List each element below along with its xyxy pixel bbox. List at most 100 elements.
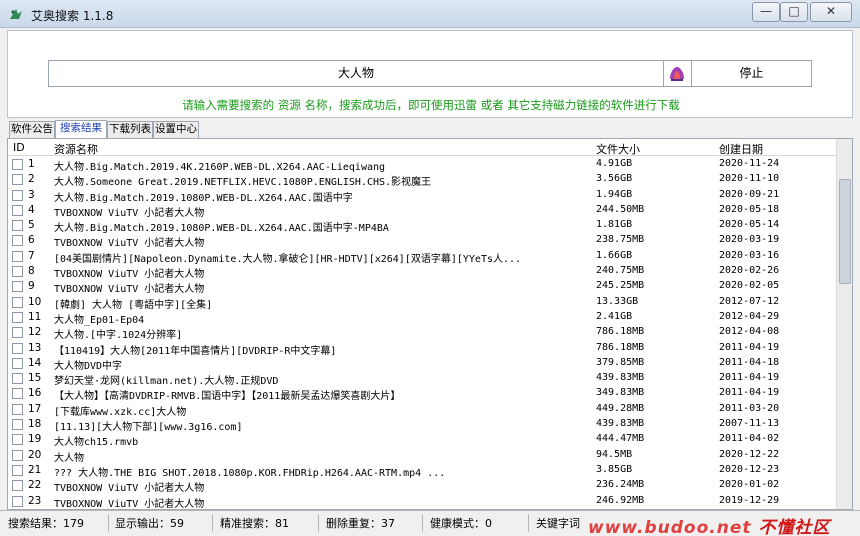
row-size: 786.18MB bbox=[596, 326, 645, 338]
table-row[interactable]: 2 大人物.Someone Great.2019.NETFLIX.HEVC.108… bbox=[8, 172, 836, 188]
status-health: 健康模式：0 bbox=[430, 517, 492, 530]
row-date: 2020-12-23 bbox=[719, 463, 780, 475]
table-row[interactable]: 6 TVBOXNOW ViuTV 小記者大人物 238.75MB 2020-03-19 bbox=[8, 233, 836, 250]
table-row[interactable]: 7 [04美国剧情片][Napoleon.Dynamite.大人物.拿破仑][HR… bbox=[8, 249, 836, 265]
row-size: 439.83MB bbox=[596, 372, 645, 384]
close-icon: ✕ bbox=[825, 4, 837, 18]
tab-search-results[interactable]: 搜索结果 bbox=[55, 120, 107, 138]
table-row[interactable]: 4 TVBOXNOW ViuTV 小記者大人物 244.50MB 2020-05-18 bbox=[8, 203, 836, 219]
row-size: 449.28MB bbox=[596, 402, 645, 414]
row-date: 2011-04-19 bbox=[719, 341, 780, 353]
status-dedup: 删除重复：37 bbox=[326, 517, 395, 530]
row-id: 22 bbox=[28, 479, 42, 492]
table-row[interactable]: 3 大人物.Big.Match.2019.1080P.WEB-DL.X264.AA… bbox=[8, 188, 836, 204]
table-row[interactable]: 13 【110419】大人物[2011年中国喜情片][DVDRIP-R中文字幕] 7… bbox=[8, 341, 836, 357]
row-checkbox[interactable] bbox=[12, 388, 23, 400]
table-row[interactable]: 19 大人物ch15.rmvb 444.47MB 2011-04-02 bbox=[8, 432, 836, 449]
column-header-size[interactable]: 文件大小 bbox=[596, 141, 640, 157]
table-body: 1 大人物.Big.Match.2019.4K.2160P.WEB-DL.X264… bbox=[8, 157, 836, 509]
row-name: TVBOXNOW ViuTV 小記者大人物 bbox=[54, 284, 205, 296]
row-size: 4.91GB bbox=[596, 158, 633, 169]
row-checkbox[interactable] bbox=[12, 250, 23, 262]
row-size: 245.25MB bbox=[596, 280, 645, 292]
tab-download-list[interactable]: 下载列表 bbox=[107, 121, 153, 138]
close-button[interactable]: ✕ bbox=[810, 2, 852, 22]
table-row[interactable]: 1 大人物.Big.Match.2019.4K.2160P.WEB-DL.X264… bbox=[8, 157, 836, 173]
row-date: 2011-04-18 bbox=[719, 356, 780, 368]
row-checkbox[interactable] bbox=[12, 403, 23, 415]
magnet-button[interactable] bbox=[664, 60, 692, 87]
table-row[interactable]: 21 ??? 大人物.THE BIG SHOT.2018.1080p.KOR.FH… bbox=[8, 463, 836, 479]
watermark-cn: 不懂社区 bbox=[758, 518, 831, 536]
row-id: 4 bbox=[28, 203, 35, 216]
row-checkbox[interactable] bbox=[12, 464, 23, 476]
row-id: 7 bbox=[28, 249, 35, 262]
table-row[interactable]: 18 [11.13][大人物下部][www.3g16.com] 439.83MB 20… bbox=[8, 417, 836, 433]
table-row[interactable]: 22 TVBOXNOW ViuTV 小記者大人物 236.24MB 2020-01-0… bbox=[8, 478, 836, 494]
row-checkbox[interactable] bbox=[12, 189, 23, 201]
row-checkbox[interactable] bbox=[12, 235, 23, 247]
row-checkbox[interactable] bbox=[12, 174, 23, 186]
row-size: 240.75MB bbox=[596, 265, 645, 277]
column-header-id[interactable]: ID bbox=[13, 141, 25, 154]
row-name: TVBOXNOW ViuTV 小記者大人物 bbox=[54, 238, 205, 250]
scrollbar-thumb[interactable] bbox=[839, 179, 851, 284]
row-size: 3.85GB bbox=[596, 463, 633, 475]
row-checkbox[interactable] bbox=[12, 357, 23, 369]
row-date: 2020-12-22 bbox=[719, 448, 780, 460]
tab-announcement[interactable]: 软件公告 bbox=[9, 121, 55, 138]
row-checkbox[interactable] bbox=[12, 220, 23, 232]
row-size: 444.47MB bbox=[596, 433, 645, 445]
row-name: 大人物.Big.Match.2019.4K.2160P.WEB-DL.X264.… bbox=[54, 162, 386, 173]
column-header-name[interactable]: 资源名称 bbox=[54, 141, 98, 157]
row-checkbox[interactable] bbox=[12, 342, 23, 354]
row-checkbox[interactable] bbox=[12, 449, 23, 461]
table-row[interactable]: 17 [下载库www.xzk.cc]大人物 449.28MB 2011-03-20 bbox=[8, 402, 836, 418]
row-name: [04美国剧情片][Napoleon.Dynamite.大人物.拿破仑][HR-… bbox=[54, 253, 522, 265]
column-header-date[interactable]: 创建日期 bbox=[719, 141, 763, 157]
row-id: 23 bbox=[28, 494, 42, 507]
row-checkbox[interactable] bbox=[12, 311, 23, 323]
table-row[interactable]: 14 大人物DVD中字 379.85MB 2011-04-18 bbox=[8, 356, 836, 372]
table-row[interactable]: 23 TVBOXNOW ViuTV 小記者大人物 246.92MB 2019-12-2… bbox=[8, 494, 836, 509]
row-checkbox[interactable] bbox=[12, 204, 23, 216]
table-row[interactable]: 10 [韓劇] 大人物 [粵語中字][全集] 13.33GB 2012-07-12 bbox=[8, 295, 836, 311]
row-date: 2012-04-29 bbox=[719, 310, 780, 322]
row-checkbox[interactable] bbox=[12, 159, 23, 170]
row-id: 9 bbox=[28, 280, 35, 293]
stop-button[interactable]: 停止 bbox=[692, 60, 812, 87]
row-checkbox[interactable] bbox=[12, 434, 23, 446]
row-checkbox[interactable] bbox=[12, 495, 23, 507]
row-checkbox[interactable] bbox=[12, 419, 23, 431]
minimize-button[interactable]: — bbox=[752, 2, 780, 22]
table-row[interactable]: 16 【大人物】【高清DVDRIP-RMVB.国语中字】【2011最新吴孟达爆笑喜… bbox=[8, 386, 836, 402]
row-size: 349.83MB bbox=[596, 387, 645, 399]
search-input[interactable]: 大人物 bbox=[48, 60, 664, 87]
vertical-scrollbar[interactable] bbox=[836, 139, 852, 509]
table-row[interactable]: 9 TVBOXNOW ViuTV 小記者大人物 245.25MB 2020-02-05 bbox=[8, 279, 836, 296]
row-date: 2020-03-19 bbox=[719, 234, 780, 246]
table-row[interactable]: 11 大人物_Ep01-Ep04 2.41GB 2012-04-29 bbox=[8, 310, 836, 326]
row-id: 5 bbox=[28, 219, 35, 232]
table-row[interactable]: 5 大人物.Big.Match.2019.1080P.WEB-DL.X264.AA… bbox=[8, 218, 836, 234]
row-id: 13 bbox=[28, 341, 42, 354]
row-checkbox[interactable] bbox=[12, 296, 23, 308]
row-checkbox[interactable] bbox=[12, 281, 23, 293]
row-checkbox[interactable] bbox=[12, 327, 23, 339]
row-checkbox[interactable] bbox=[12, 266, 23, 278]
maximize-button[interactable]: □ bbox=[780, 2, 808, 22]
tab-settings[interactable]: 设置中心 bbox=[153, 121, 199, 138]
row-date: 2020-05-18 bbox=[719, 203, 780, 215]
table-row[interactable]: 15 梦幻天堂·龙网(killman.net).大人物.正规DVD 439.83MB… bbox=[8, 371, 836, 387]
table-row[interactable]: 12 大人物.[中字.1024分辨率] 786.18MB 2012-04-08 bbox=[8, 325, 836, 341]
row-name: 大人物ch15.rmvb bbox=[54, 437, 139, 449]
row-checkbox[interactable] bbox=[12, 373, 23, 385]
row-name: 【110419】大人物[2011年中国喜情片][DVDRIP-R中文字幕] bbox=[54, 345, 337, 357]
table-row[interactable]: 8 TVBOXNOW ViuTV 小記者大人物 240.75MB 2020-02-26 bbox=[8, 264, 836, 281]
row-date: 2011-04-02 bbox=[719, 433, 780, 445]
table-row[interactable]: 20 大人物 94.5MB 2020-12-22 bbox=[8, 448, 836, 464]
row-checkbox[interactable] bbox=[12, 480, 23, 492]
row-name: TVBOXNOW ViuTV 小記者大人物 bbox=[54, 269, 205, 281]
row-size: 379.85MB bbox=[596, 356, 645, 368]
title-bar: 艾奥搜索 1.1.8 — □ ✕ bbox=[0, 0, 860, 28]
